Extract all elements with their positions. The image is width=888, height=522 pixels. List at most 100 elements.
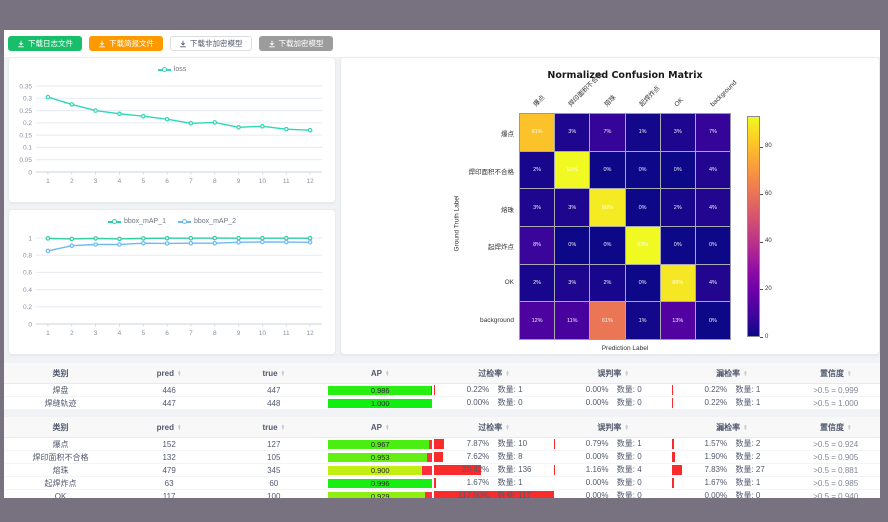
column-header-pred[interactable]: pred▲▼ [117,363,221,384]
column-header-conf[interactable]: 置信度▲▼ [791,417,880,438]
matrix-cell: 4% [696,189,730,226]
svg-text:0.25: 0.25 [19,108,32,115]
miss-rate-cell: 0.22%数量: 1 [672,397,791,410]
sort-icon[interactable]: ▲▼ [385,424,390,431]
bbox-map-chart: 00.20.40.60.81123456789101112 [9,230,333,352]
svg-text:10: 10 [259,330,267,337]
download-report-file-button[interactable]: 下载简报文件 [89,36,163,51]
column-header-miss[interactable]: 漏检率▲▼ [672,417,791,438]
column-header-label: 漏检率 [716,368,740,379]
sort-icon[interactable]: ▲▼ [624,424,629,431]
miss-rate-cell: 7.83%数量: 27 [672,464,791,477]
sort-icon[interactable]: ▲▼ [281,424,286,431]
sort-icon[interactable]: ▲▼ [847,370,852,377]
legend-item-bbox_mAP_1[interactable]: bbox_mAP_1 [108,218,166,225]
rate-count: 数量: 0 [735,490,760,498]
legend-item-loss[interactable]: loss [158,66,186,73]
column-header-mis[interactable]: 误判率▲▼ [554,417,672,438]
column-header-ap[interactable]: AP▲▼ [326,417,434,438]
rate-percent: 0.22% [672,397,727,409]
svg-text:0: 0 [28,169,32,176]
sort-icon[interactable]: ▲▼ [385,370,390,377]
legend-marker-icon [108,218,121,225]
column-header-label: true [262,369,277,378]
column-header-label: 类别 [53,422,69,433]
sort-icon[interactable]: ▲▼ [624,370,629,377]
column-header-true[interactable]: true ▲▼ [221,363,326,384]
over-rate-cell: 7.62%数量: 8 [434,451,554,464]
svg-text:0.4: 0.4 [23,287,32,294]
rate-count: 数量: 1 [617,438,642,450]
class-cell: 熔珠 [4,464,117,477]
table-row: 焊盘4464470.9860.22%数量: 10.00%数量: 00.22%数量… [4,384,880,397]
rate-count: 数量: 0 [617,384,642,396]
matrix-cell: 0% [626,152,660,189]
matrix-cell: 1% [626,302,660,339]
rate-count: 数量: 1 [735,477,760,489]
svg-text:12: 12 [306,330,314,337]
matrix-cell: 2% [590,265,624,302]
column-header-label: true [262,423,277,432]
legend-label: bbox_mAP_2 [194,218,236,225]
column-header-cls: 类别 [4,417,117,438]
class-cell: 起焊炸点 [4,477,117,490]
matrix-column-label: 熔珠 [602,93,618,109]
legend-item-bbox_mAP_2[interactable]: bbox_mAP_2 [178,218,236,225]
svg-text:12: 12 [306,178,314,185]
download-encrypted-model-button[interactable]: 下载加密模型 [259,36,333,51]
class-cell: 焊印面积不合格 [4,451,117,464]
rate-count: 数量: 136 [498,464,532,476]
legend-label: loss [174,66,186,73]
sort-icon[interactable]: ▲▼ [177,370,182,377]
class-cell: OK [4,490,117,499]
pred-cell: 447 [117,397,221,410]
download-icon [17,40,25,48]
download-log-file-button[interactable]: 下载日志文件 [8,36,82,51]
header-row: 类别pred▲▼true▲▼AP▲▼过检率▲▼误判率▲▼漏检率▲▼置信度▲▼ [4,417,880,438]
matrix-cell: 0% [661,152,695,189]
column-header-mis[interactable]: 误判率▲▼ [554,363,672,384]
svg-text:0.8: 0.8 [23,253,32,260]
column-header-over[interactable]: 过检率▲▼ [434,363,554,384]
mis-rate-cell: 0.00%数量: 0 [554,490,672,499]
matrix-column-label: OK [673,96,686,109]
column-header-ap[interactable]: AP▲▼ [326,363,434,384]
column-header-label: AP [371,369,382,378]
matrix-cell: 3% [520,189,554,226]
rate-percent: 0.22% [434,384,489,396]
matrix-cell: 7% [590,114,624,151]
sort-icon[interactable]: ▲▼ [505,424,510,431]
sort-icon[interactable]: ▲▼ [847,424,852,431]
confidence-cell: >0.5 = 0.905 [791,451,880,464]
download-unencrypted-model-button[interactable]: 下载非加密模型 [170,36,252,51]
ap-cell: 0.929 [326,490,434,499]
metrics-table: 类别pred▲▼true▲▼AP▲▼过检率▲▼误判率▲▼漏检率▲▼置信度▲▼焊盘… [4,363,880,410]
svg-text:9: 9 [237,330,241,337]
table-row: 爆点1521270.9677.87%数量: 100.79%数量: 11.57%数… [4,438,880,451]
column-header-conf[interactable]: 置信度▲▼ [791,363,880,384]
sort-icon[interactable]: ▲▼ [281,370,286,377]
matrix-cell: 0% [696,227,730,264]
true-cell: 448 [221,397,326,410]
column-header-miss[interactable]: 漏检率▲▼ [672,363,791,384]
rate-percent: 1.16% [554,464,608,476]
button-label: 下载加密模型 [279,40,324,48]
sort-icon[interactable]: ▲▼ [505,370,510,377]
pred-cell: 152 [117,438,221,451]
column-header-true[interactable]: true ▲▼ [221,417,326,438]
svg-text:0.05: 0.05 [19,157,32,164]
class-cell: 爆点 [4,438,117,451]
sort-icon[interactable]: ▲▼ [743,370,748,377]
matrix-cell: 3% [555,114,589,151]
mis-rate-cell: 1.16%数量: 4 [554,464,672,477]
column-header-pred[interactable]: pred▲▼ [117,417,221,438]
download-icon [268,40,276,48]
matrix-cell: 0% [590,152,624,189]
miss-rate-cell: 1.57%数量: 2 [672,438,791,451]
sort-icon[interactable]: ▲▼ [177,424,182,431]
prediction-axis-label: Prediction Label [519,345,731,352]
sort-icon[interactable]: ▲▼ [743,424,748,431]
column-header-over[interactable]: 过检率▲▼ [434,417,554,438]
svg-text:0: 0 [28,321,32,328]
rate-count: 数量: 0 [617,477,642,489]
